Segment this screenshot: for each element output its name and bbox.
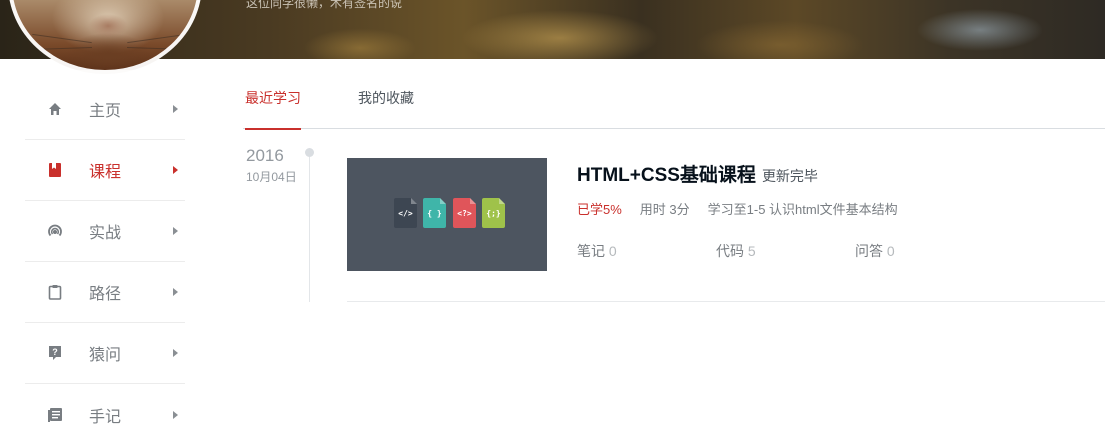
course-learned-to[interactable]: 学习至1-5 认识html文件基本结构 <box>708 202 898 217</box>
stat-code-count: 5 <box>747 243 756 259</box>
chevron-right-icon <box>173 410 178 419</box>
sidebar-item-path[interactable]: 路径 <box>25 262 185 323</box>
stat-code-label: 代码 <box>716 243 744 259</box>
home-icon <box>46 100 64 118</box>
course-status: 更新完毕 <box>761 168 818 184</box>
stat-notes-label: 笔记 <box>577 243 605 259</box>
stat-qa-count: 0 <box>886 243 895 259</box>
sidebar-item-practice[interactable]: 实战 <box>25 201 185 262</box>
profile-signature: 这位同学很懒，木有签名的说 <box>246 0 403 10</box>
timeline-dot <box>305 148 314 157</box>
bookmark-icon <box>46 161 64 179</box>
sidebar-item-label: 路径 <box>89 286 122 303</box>
sidebar-item-label: 主页 <box>89 103 122 120</box>
chevron-right-icon <box>173 288 178 296</box>
timeline-line <box>309 154 310 302</box>
sidebar-item-label: 手记 <box>89 408 122 426</box>
stat-code[interactable]: 代码 5 <box>716 241 756 261</box>
chevron-right-icon <box>173 166 178 174</box>
sidebar-item-questions[interactable]: ? 猿问 <box>25 323 185 384</box>
avatar[interactable] <box>8 0 202 74</box>
sidebar-item-label: 实战 <box>89 225 122 242</box>
divider <box>347 301 1105 302</box>
tab-recent-learning[interactable]: 最近学习 <box>245 79 301 130</box>
tab-my-favorites[interactable]: 我的收藏 <box>358 79 414 129</box>
sidebar-nav: 主页 课程 实战 路径 ? 猿问 手记 <box>25 79 185 427</box>
file-json-icon: { } <box>423 198 446 228</box>
sidebar-item-courses[interactable]: 课程 <box>25 140 185 201</box>
course-meta: 已学5% 用时 3分 学习至1-5 认识html文件基本结构 <box>577 199 916 218</box>
file-css-icon: {;} <box>482 198 505 228</box>
timeline-date: 10月04日 <box>246 170 297 184</box>
content-tabs: 最近学习 我的收藏 <box>243 79 1105 130</box>
clipboard-icon <box>46 283 64 301</box>
course-title[interactable]: HTML+CSS基础课程 更新完毕 <box>577 160 818 187</box>
sidebar-item-home[interactable]: 主页 <box>25 79 185 140</box>
course-progress: 已学5% <box>577 202 622 217</box>
notes-icon <box>46 406 64 424</box>
chevron-right-icon <box>173 349 178 357</box>
chevron-right-icon <box>173 227 178 235</box>
signal-icon <box>46 222 64 240</box>
svg-text:?: ? <box>52 347 58 357</box>
timeline-year: 2016 <box>246 146 284 165</box>
course-time-used: 用时 3分 <box>639 202 690 217</box>
chevron-right-icon <box>173 105 178 113</box>
sidebar-item-notes[interactable]: 手记 <box>25 384 185 427</box>
sidebar-item-label: 猿问 <box>89 347 122 364</box>
course-title-text[interactable]: HTML+CSS基础课程 <box>577 165 756 186</box>
file-php-icon: <?> <box>453 198 476 228</box>
stat-qa[interactable]: 问答 0 <box>855 241 895 261</box>
course-thumbnail[interactable]: </> { } <?> {;} <box>347 158 547 271</box>
stat-notes[interactable]: 笔记 0 <box>577 241 617 261</box>
question-icon: ? <box>46 344 64 362</box>
stat-qa-label: 问答 <box>855 243 883 259</box>
sidebar-item-label: 课程 <box>89 164 122 181</box>
file-code-icon: </> <box>394 198 417 228</box>
stat-notes-count: 0 <box>608 243 617 259</box>
